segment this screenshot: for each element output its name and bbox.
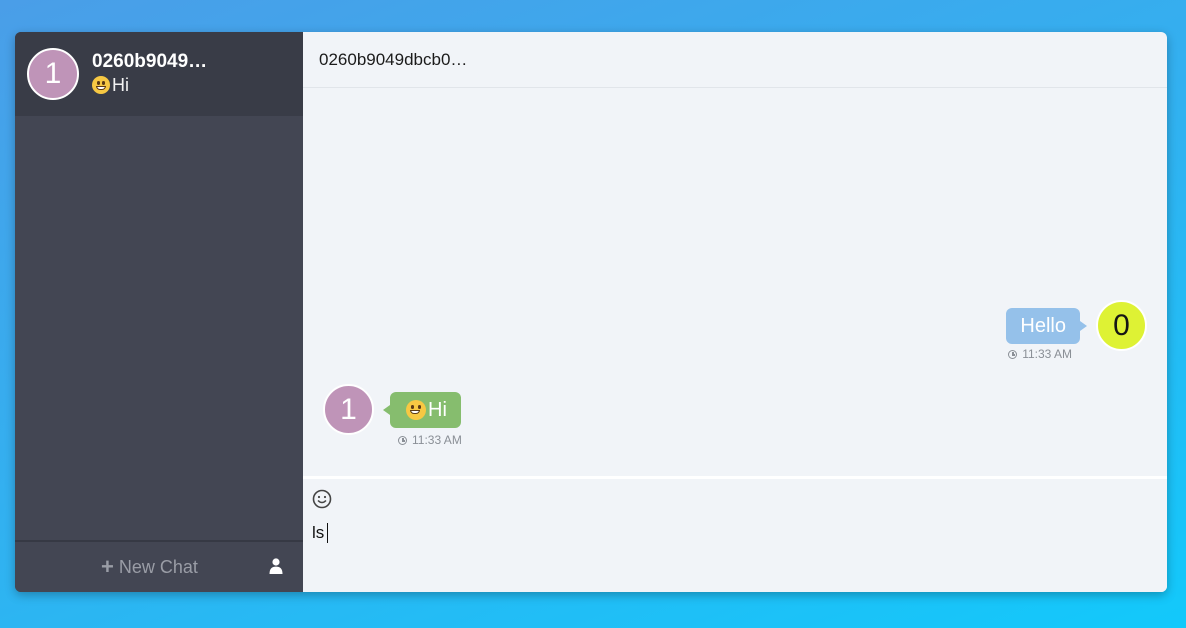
chat-item-text: 0260b9049… Hi xyxy=(92,51,207,97)
message-list[interactable]: Hello 0 11:33 AM 1 Hi 11:33 AM xyxy=(303,88,1167,475)
clock-icon xyxy=(1008,349,1018,359)
sidebar: 1 0260b9049… Hi + New Chat xyxy=(15,32,303,592)
sidebar-footer: + New Chat xyxy=(15,540,303,592)
conversation-panel: 0260b9049dbcb0… Hello 0 11:33 AM 1 Hi 11… xyxy=(303,32,1167,592)
my-avatar: 0 xyxy=(1096,300,1147,351)
message-input[interactable]: ls xyxy=(312,523,1112,543)
conversation-header: 0260b9049dbcb0… xyxy=(303,32,1167,88)
user-icon[interactable] xyxy=(269,558,283,574)
new-chat-button[interactable]: + New Chat xyxy=(101,554,198,579)
message-composer: ls xyxy=(303,476,1167,592)
grinning-emoji-icon xyxy=(92,76,110,94)
chat-item-name: 0260b9049… xyxy=(92,51,208,72)
new-chat-label: New Chat xyxy=(118,556,198,577)
contact-avatar: 1 xyxy=(27,48,79,100)
message-timestamp: 11:33 AM xyxy=(1008,347,1072,361)
message-timestamp: 11:33 AM xyxy=(398,433,462,447)
text-caret xyxy=(327,523,329,543)
incoming-message: 1 Hi xyxy=(323,384,461,435)
message-input-value: ls xyxy=(312,523,325,542)
message-text: Hi xyxy=(428,398,447,421)
clock-icon xyxy=(398,435,407,445)
timestamp-text: 11:33 AM xyxy=(412,433,462,447)
plus-icon: + xyxy=(101,554,114,579)
outgoing-message: Hello 0 xyxy=(1006,300,1147,351)
timestamp-text: 11:33 AM xyxy=(1022,347,1072,361)
message-bubble: Hi xyxy=(383,391,461,428)
conversation-title: 0260b9049dbcb0… xyxy=(319,49,468,69)
chat-item-preview: Hi xyxy=(92,73,207,97)
smile-icon[interactable] xyxy=(312,489,332,509)
chat-list-item[interactable]: 1 0260b9049… Hi xyxy=(15,32,303,116)
chat-app-window: 1 0260b9049… Hi + New Chat 0260b9049dbcb… xyxy=(15,32,1167,592)
contact-avatar: 1 xyxy=(323,384,374,435)
grinning-emoji-icon xyxy=(406,399,426,420)
chat-item-preview-text: Hi xyxy=(112,75,129,95)
message-bubble: Hello xyxy=(1006,307,1087,344)
